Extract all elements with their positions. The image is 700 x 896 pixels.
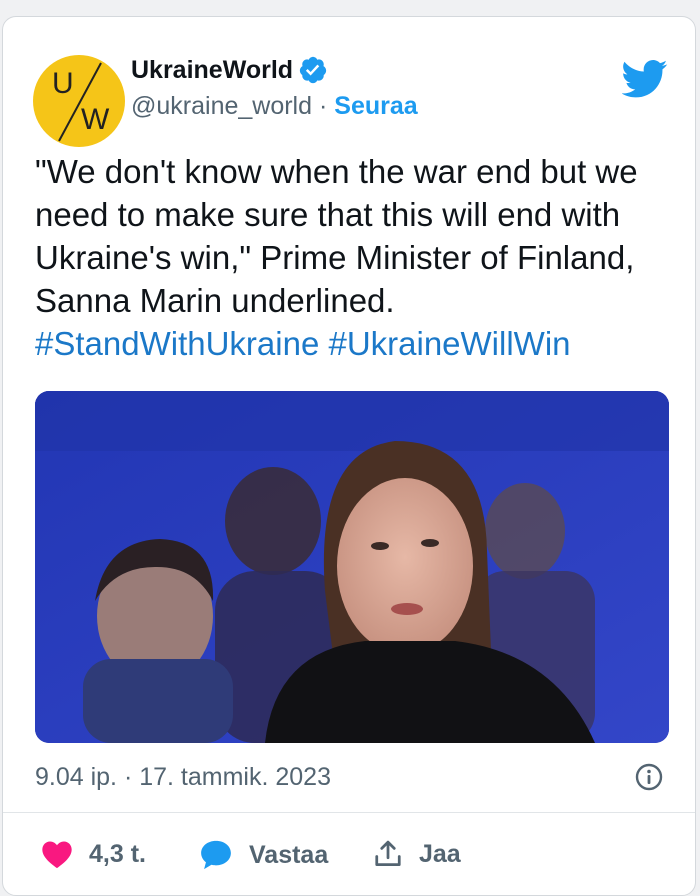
follow-button[interactable]: Seuraa bbox=[334, 92, 417, 120]
tweet-timestamp[interactable]: 9.04 ip. · 17. tammik. 2023 bbox=[35, 762, 331, 792]
speech-bubble-icon bbox=[201, 840, 231, 870]
reply-button[interactable]: Vastaa bbox=[199, 839, 328, 871]
action-bar: 4,3 t. Vastaa Jaa bbox=[3, 839, 695, 873]
reply-label: Vastaa bbox=[249, 841, 329, 869]
video-frame bbox=[35, 391, 669, 743]
share-icon bbox=[375, 840, 401, 866]
handle-row: @ukraine_world · Seuraa bbox=[131, 91, 418, 121]
avatar-letter-u: U bbox=[52, 67, 74, 100]
tweet-body: "We don't know when the war end but we n… bbox=[35, 153, 638, 319]
twitter-bird-icon[interactable] bbox=[622, 59, 668, 99]
like-button[interactable]: 4,3 t. bbox=[41, 839, 146, 869]
share-label: Jaa bbox=[419, 840, 461, 868]
account-handle[interactable]: @ukraine_world bbox=[131, 92, 312, 120]
tweet-hashtags[interactable]: #StandWithUkraine #UkraineWillWin bbox=[35, 322, 675, 365]
heart-icon bbox=[42, 841, 72, 869]
avatar-letter-w: W bbox=[81, 103, 110, 136]
avatar-slash bbox=[58, 62, 102, 142]
tweet-video[interactable] bbox=[35, 391, 669, 743]
verified-badge-icon bbox=[299, 56, 327, 84]
avatar[interactable]: U W bbox=[33, 55, 125, 147]
info-icon[interactable] bbox=[635, 763, 663, 791]
account-name[interactable]: UkraineWorld bbox=[131, 55, 293, 85]
tweet-text: "We don't know when the war end but we n… bbox=[35, 150, 675, 365]
divider bbox=[3, 812, 695, 813]
separator: · bbox=[318, 92, 328, 120]
share-button[interactable]: Jaa bbox=[373, 839, 461, 869]
like-count: 4,3 t. bbox=[89, 840, 146, 868]
tweet-card: U W UkraineWorld @ukraine_world · Seuraa… bbox=[2, 16, 696, 896]
